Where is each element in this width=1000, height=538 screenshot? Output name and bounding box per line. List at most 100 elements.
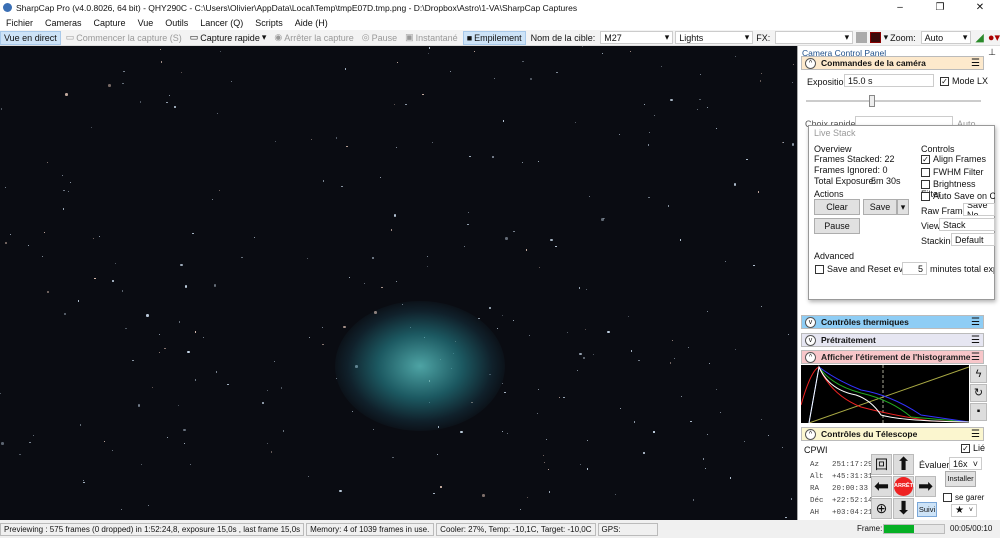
save-button[interactable]: Save (863, 199, 897, 215)
menu-icon[interactable]: ☰ (971, 335, 980, 346)
star (19, 453, 21, 455)
chevron-up-icon: ^ (805, 351, 816, 363)
chevron-down-icon[interactable]: ▾ (262, 32, 267, 43)
exposure-label: Exposition (807, 77, 849, 87)
maximize-button[interactable]: ❐ (920, 0, 960, 15)
auto-save-checkbox[interactable]: Auto Save on Clear (921, 191, 995, 202)
star (579, 287, 581, 289)
linked-checkbox[interactable]: ✓ Lié (961, 443, 985, 454)
chevron-down-icon: ▾ (664, 32, 670, 42)
star (174, 106, 176, 108)
star (267, 389, 269, 391)
histogram-display[interactable] (801, 365, 969, 423)
section-telescope[interactable]: ^ Contrôles du Télescope ☰ (801, 427, 984, 441)
section-thermal[interactable]: v Contrôles thermiques ☰ (801, 315, 984, 329)
reticle-icon[interactable]: ●▾ (988, 31, 1000, 44)
view-select[interactable]: Stack (939, 218, 995, 231)
section-camera-controls[interactable]: ^ Commandes de la caméra ☰ (801, 56, 984, 70)
menu-fichier[interactable]: Fichier (6, 18, 33, 28)
install-button[interactable]: Installer (945, 471, 976, 487)
live-view-button[interactable]: Vue en direct (0, 30, 61, 45)
zoom-select[interactable]: Auto ▾ (920, 31, 972, 44)
star (103, 440, 105, 442)
quick-capture-button[interactable]: ▭ Capture rapide ▾ (187, 31, 270, 44)
menu-scripts[interactable]: Scripts (255, 18, 283, 28)
raw-frames-select[interactable]: Save No (963, 203, 995, 216)
menu-icon[interactable]: ☰ (971, 317, 980, 328)
exposure-slider[interactable] (806, 100, 981, 102)
menu-capture[interactable]: Capture (94, 18, 126, 28)
fwhm-filter-checkbox[interactable]: FWHM Filter (921, 167, 984, 178)
menu-aide[interactable]: Aide (H) (295, 18, 328, 28)
checkbox-box (921, 192, 930, 202)
clear-button[interactable]: Clear (814, 199, 860, 215)
start-capture-button[interactable]: ▭ Commencer la capture (S) (63, 31, 185, 44)
section-histogram[interactable]: ^ Afficher l'étirement de l'histogramme ☰ (801, 350, 984, 364)
image-preview[interactable] (0, 46, 797, 520)
coord-value: 20:00:33 (832, 485, 869, 493)
menu-cameras[interactable]: Cameras (45, 18, 82, 28)
star (146, 314, 149, 317)
mode-lx-checkbox[interactable]: ✓ Mode LX (940, 76, 988, 87)
reset-icon[interactable]: ↻ (970, 384, 987, 402)
target-icon[interactable]: ⊕ (871, 498, 892, 519)
close-button[interactable]: ✕ (960, 0, 1000, 15)
rate-select[interactable]: 16x ˅ (949, 457, 982, 470)
favorites-select[interactable]: ★ ˅ (951, 504, 977, 517)
star (381, 286, 383, 288)
fx-select[interactable]: ▾ (775, 31, 854, 44)
save-reset-checkbox[interactable]: Save and Reset every (815, 264, 916, 275)
star (653, 431, 655, 433)
menu-vue[interactable]: Vue (138, 18, 154, 28)
stacking-button[interactable]: ■ Empilement (462, 30, 526, 45)
pin-icon[interactable]: ⊥ (988, 47, 996, 58)
camera-icon: ▭ (65, 32, 75, 42)
arrow-left-button[interactable]: ⬅ (871, 476, 892, 497)
frame-type-select[interactable]: Lights ▾ (675, 31, 754, 44)
star (559, 397, 561, 399)
spiral-search-button[interactable]: 回 (871, 454, 892, 475)
auto-stretch-button[interactable]: ϟ (970, 365, 987, 383)
color-square-icon[interactable] (869, 32, 881, 43)
exposure-input[interactable]: 15.0 s (844, 74, 934, 87)
menu-outils[interactable]: Outils (165, 18, 188, 28)
slider-thumb[interactable] (869, 95, 875, 107)
menu-icon[interactable]: ☰ (971, 58, 980, 69)
save-icon[interactable]: ▪ (970, 403, 987, 421)
star (274, 140, 276, 143)
minimize-button[interactable]: – (880, 0, 920, 15)
arrow-up-button[interactable]: ⬆ (893, 454, 914, 475)
stop-button[interactable]: ARRÊTE (893, 476, 917, 497)
target-name-input[interactable]: M27 ▾ (600, 31, 674, 44)
snapshot-button[interactable]: ▣ Instantané (402, 31, 461, 44)
tracking-button[interactable]: Suivi (917, 502, 937, 517)
minutes-stepper[interactable]: 5 (902, 262, 927, 275)
star (743, 440, 745, 443)
pause-button[interactable]: Pause (814, 218, 860, 234)
arrow-right-button[interactable]: ➡ (915, 476, 936, 497)
status-bar: Previewing : 575 frames (0 dropped) in 1… (0, 520, 1000, 538)
pause-button[interactable]: ◎ Pause (359, 31, 400, 44)
align-frames-checkbox[interactable]: ✓ Align Frames (921, 154, 986, 165)
grey-square-icon[interactable] (856, 32, 867, 43)
total-exposure-value: 5m 30s (871, 176, 901, 186)
stop-capture-button[interactable]: ◉ Arrêter la capture (271, 31, 356, 44)
frames-stacked: Frames Stacked: 22 (814, 154, 895, 164)
star (253, 236, 255, 238)
star (607, 330, 610, 334)
menu-icon[interactable]: ☰ (971, 352, 980, 363)
star (65, 93, 68, 96)
section-preprocessing[interactable]: v Prétraitement ☰ (801, 333, 984, 347)
histogram-icon[interactable]: ◢ (975, 31, 983, 44)
arrow-down-button[interactable]: ⬇ (893, 498, 914, 519)
save-dropdown[interactable]: ▾ (897, 199, 909, 215)
star (323, 180, 325, 182)
menu-icon[interactable]: ☰ (971, 429, 980, 440)
star (121, 508, 123, 510)
star-icon: ★ (955, 505, 964, 516)
coord-value: 251:17:29 (832, 461, 873, 469)
park-checkbox[interactable]: se garer (943, 493, 984, 503)
stacking-select[interactable]: Default (951, 233, 995, 246)
star (699, 73, 701, 75)
menu-lancer[interactable]: Lancer (Q) (200, 18, 243, 28)
